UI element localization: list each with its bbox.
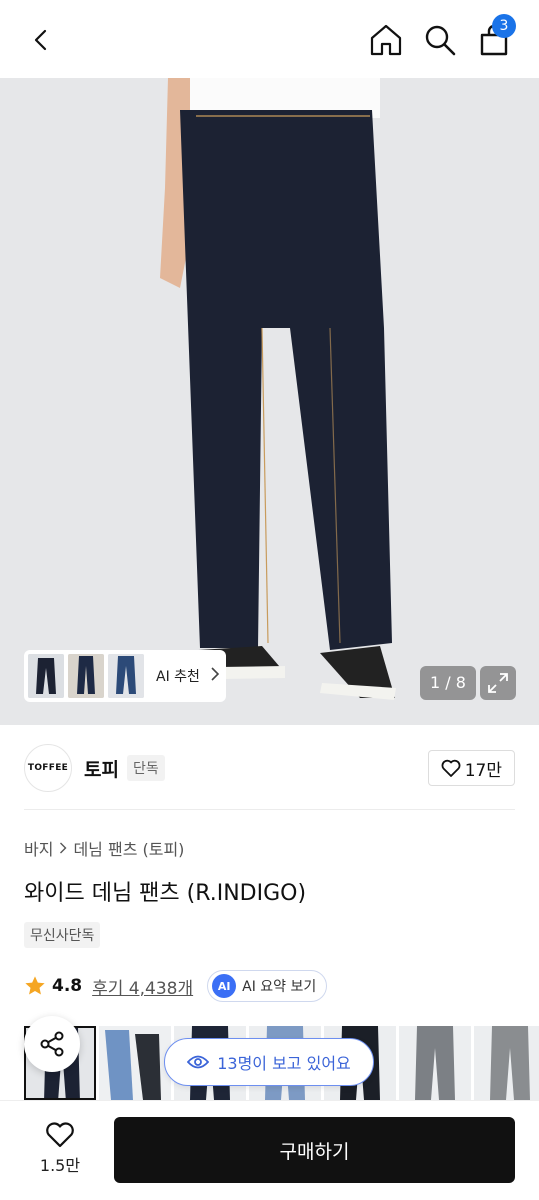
ai-summary-label: AI 요약 보기: [242, 979, 317, 995]
star-icon: [25, 976, 45, 995]
product-tag: 무신사단독: [24, 922, 101, 948]
breadcrumb: 바지 데님 팬츠 (토피): [24, 836, 184, 860]
breadcrumb-item[interactable]: 바지: [24, 836, 53, 860]
eye-icon: [187, 1055, 210, 1069]
product-photo: [0, 78, 539, 725]
product-image-gallery[interactable]: [0, 78, 539, 725]
home-icon: [370, 24, 402, 56]
brand-name[interactable]: 토피: [84, 755, 119, 782]
image-counter: 1 / 8: [420, 666, 476, 700]
back-icon: [34, 29, 47, 51]
bottom-action-bar: 1.5만 구매하기: [0, 1100, 539, 1200]
viewers-pill[interactable]: 13명이 보고 있어요: [164, 1038, 374, 1086]
divider: [24, 809, 515, 810]
back-button[interactable]: [22, 20, 62, 60]
cart-button[interactable]: 3: [474, 14, 516, 60]
viewers-label: 13명이 보고 있어요: [217, 1054, 351, 1073]
ai-recommend-label: AI 추천: [156, 669, 200, 685]
wishlist-button[interactable]: 1.5만: [24, 1117, 96, 1181]
exclusive-tag: 단독: [126, 755, 165, 781]
wishlist-count: 1.5만: [39, 1156, 81, 1175]
brand-logo[interactable]: TOFFEE: [24, 744, 72, 792]
home-button[interactable]: [366, 20, 406, 60]
thumbnail[interactable]: [399, 1026, 471, 1100]
ai-badge-icon: AI: [212, 974, 237, 998]
review-link[interactable]: 후기 4,438개: [92, 974, 193, 999]
ai-summary-button[interactable]: AI AI 요약 보기: [207, 970, 328, 1002]
ai-recommend-card[interactable]: AI 추천: [24, 650, 226, 702]
buy-button[interactable]: 구매하기: [114, 1117, 515, 1183]
heart-icon: [441, 759, 461, 777]
cart-count-badge: 3: [492, 14, 516, 38]
ai-recommend-thumb: [108, 654, 144, 698]
chevron-right-icon: [59, 839, 67, 858]
search-icon: [425, 25, 456, 56]
brand-like-count: 17만: [464, 760, 502, 781]
share-icon: [40, 1031, 64, 1057]
chevron-right-icon: [210, 667, 220, 685]
heart-icon: [46, 1122, 74, 1148]
rating-row: 4.8 후기 4,438개 AI AI 요약 보기: [24, 970, 328, 1002]
ai-recommend-thumb: [28, 654, 64, 698]
expand-button[interactable]: [480, 666, 516, 700]
expand-icon: [488, 673, 508, 693]
thumbnail[interactable]: [99, 1026, 171, 1100]
rating-value: 4.8: [52, 976, 83, 996]
product-title: 와이드 데님 팬츠 (R.INDIGO): [24, 881, 307, 906]
top-header: 3: [0, 0, 539, 78]
brand-like-button[interactable]: 17만: [427, 750, 515, 786]
thumbnail[interactable]: [474, 1026, 539, 1100]
breadcrumb-item[interactable]: 데님 팬츠 (토피): [73, 836, 184, 860]
ai-recommend-thumb: [68, 654, 104, 698]
brand-row: TOFFEE 토피 단독 17만: [24, 742, 515, 794]
search-button[interactable]: [420, 20, 460, 60]
share-button[interactable]: [24, 1016, 80, 1072]
